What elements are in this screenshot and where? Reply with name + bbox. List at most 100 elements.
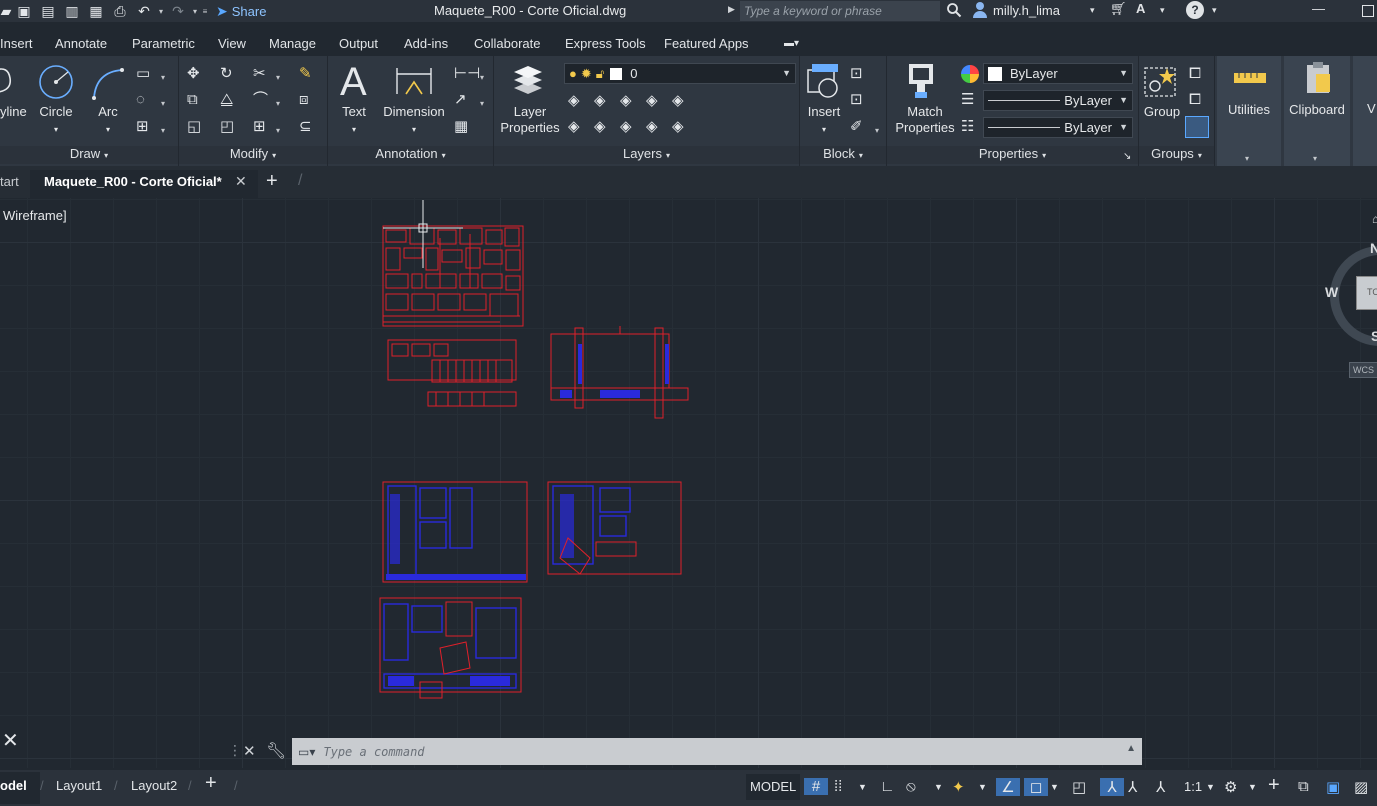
explode-icon[interactable]: ⧈: [299, 91, 309, 109]
edit-attributes-dropdown-icon[interactable]: ▾: [875, 122, 879, 140]
layer-freeze-icon[interactable]: ◈: [594, 92, 606, 110]
redo-dropdown-icon[interactable]: ▾: [190, 0, 200, 22]
undo-dropdown-icon[interactable]: ▾: [156, 0, 166, 22]
panel-groups-label[interactable]: Groups ▾: [1139, 146, 1214, 164]
edit-attributes-icon[interactable]: ✐: [850, 118, 863, 136]
layer-off-icon[interactable]: ◈: [620, 92, 632, 110]
panel-layers-label[interactable]: Layers ▾: [494, 146, 799, 164]
ungroup-icon[interactable]: ⧠: [1189, 65, 1201, 83]
array-dropdown-icon[interactable]: ▾: [276, 122, 280, 140]
wcs-menu[interactable]: WCS: [1349, 362, 1377, 378]
ribbon-minimize-icon[interactable]: ▬▾: [784, 38, 799, 49]
edit-block-icon[interactable]: ⊡: [850, 91, 863, 109]
group-edit-icon[interactable]: ⧠: [1189, 91, 1201, 109]
workspace-gear-icon[interactable]: ⚙: [1224, 778, 1237, 796]
circle-button[interactable]: Circle ▾: [36, 104, 76, 138]
units-icon[interactable]: ⧉: [1298, 778, 1309, 795]
match-properties-button[interactable]: Match Properties: [889, 104, 961, 136]
save-as-icon[interactable]: ▤: [36, 0, 60, 22]
auto-scale-icon[interactable]: ⅄: [1128, 778, 1137, 796]
tab-parametric[interactable]: Parametric: [132, 36, 195, 51]
fillet-icon[interactable]: ⌒: [253, 91, 268, 109]
linear-dimension-dropdown-icon[interactable]: ▾: [480, 69, 484, 87]
scale-dropdown-icon[interactable]: ▼: [1206, 782, 1215, 792]
group-button[interactable]: Group: [1139, 104, 1185, 120]
panel-properties-label[interactable]: Properties ▾: [887, 146, 1138, 164]
search-icon[interactable]: [946, 2, 962, 18]
quick-properties-icon[interactable]: ▣: [1326, 778, 1340, 796]
isodraft-icon[interactable]: ✦: [952, 778, 965, 796]
plot-icon[interactable]: ⎙: [108, 0, 132, 22]
grid-icon[interactable]: #: [804, 778, 828, 795]
properties-dialog-launcher-icon[interactable]: ↘: [1123, 148, 1131, 166]
layer-walk-icon[interactable]: ◈: [672, 92, 684, 110]
arc-button[interactable]: Arc ▾: [90, 104, 126, 138]
minimize-icon[interactable]: —: [1312, 1, 1325, 16]
tab-express-tools[interactable]: Express Tools: [565, 36, 646, 51]
array-icon[interactable]: ⊞: [253, 118, 266, 136]
autodesk-app-icon[interactable]: A: [1136, 1, 1145, 16]
command-grip-icon[interactable]: ⋮: [228, 742, 242, 759]
tab-add-ins[interactable]: Add-ins: [404, 36, 448, 51]
trim-icon[interactable]: ✂: [253, 65, 266, 83]
boundary-dropdown-icon[interactable]: ▾: [161, 122, 165, 140]
share-view-icon[interactable]: ▦: [84, 0, 108, 22]
trim-dropdown-icon[interactable]: ▾: [276, 69, 280, 87]
model-space-button[interactable]: MODEL: [750, 779, 796, 794]
hatch-icon[interactable]: ◌: [136, 91, 145, 109]
polar-dropdown-icon[interactable]: ▼: [934, 782, 943, 792]
insert-button[interactable]: Insert ▾: [800, 104, 848, 138]
drawing-area[interactable]: Wireframe] TO W N S WCS ⌂ ✕: [0, 198, 1377, 768]
leader-icon[interactable]: ↗: [454, 91, 467, 109]
viewcube-top-face[interactable]: TO: [1356, 276, 1377, 310]
add-layout-icon[interactable]: +: [205, 772, 217, 795]
viewcube-south[interactable]: S: [1371, 328, 1377, 344]
viewcube-home-icon[interactable]: ⌂: [1372, 212, 1377, 226]
create-block-icon[interactable]: ⊡: [850, 65, 863, 83]
tab-view[interactable]: View: [218, 36, 246, 51]
panel-view-truncated[interactable]: V: [1353, 56, 1377, 166]
snap-dropdown-icon[interactable]: ▼: [858, 782, 867, 792]
maximize-icon[interactable]: [1362, 5, 1374, 17]
table-icon[interactable]: ▦: [454, 118, 468, 136]
linetype-dropdown[interactable]: ByLayer ▼: [983, 117, 1133, 138]
polar-icon[interactable]: ⦸: [906, 778, 916, 795]
customize-toolbar-icon[interactable]: ≡: [200, 0, 210, 22]
command-history-icon[interactable]: ▲: [1126, 743, 1136, 754]
graphics-performance-icon[interactable]: ▨: [1354, 778, 1368, 796]
command-input[interactable]: ▭▾ Type a command ▲: [292, 738, 1142, 765]
panel-modify-label[interactable]: Modify ▾: [179, 146, 327, 164]
layer-lock-icon[interactable]: ◈: [646, 92, 658, 110]
move-icon[interactable]: ✥: [187, 65, 200, 83]
panel-draw-label[interactable]: Draw ▾: [0, 146, 178, 164]
panel-clipboard[interactable]: Clipboard ▾: [1284, 56, 1350, 166]
workspace-dropdown-icon[interactable]: ▼: [1248, 782, 1257, 792]
panel-annotation-label[interactable]: Annotation ▾: [328, 146, 493, 164]
layout1-tab[interactable]: Layout1: [56, 778, 102, 793]
mirror-icon[interactable]: ⧋: [220, 91, 233, 109]
annotation-scale-value[interactable]: 1:1: [1184, 779, 1202, 794]
rotate-icon[interactable]: ↻: [220, 65, 233, 83]
tab-annotate[interactable]: Annotate: [55, 36, 107, 51]
tab-insert[interactable]: Insert: [0, 36, 33, 51]
lineweight-dropdown[interactable]: ByLayer ▼: [983, 90, 1133, 111]
tab-collaborate[interactable]: Collaborate: [474, 36, 541, 51]
cart-icon[interactable]: 🛒︎: [1110, 1, 1127, 17]
layer-unlock-all-icon[interactable]: ◈: [646, 118, 658, 136]
close-icon[interactable]: ✕: [235, 173, 247, 190]
polyline-button[interactable]: yline: [0, 104, 30, 120]
tab-manage[interactable]: Manage: [269, 36, 316, 51]
redo-icon[interactable]: ↷: [166, 0, 190, 22]
search-expand-icon[interactable]: ▶: [728, 4, 735, 15]
annotation-monitor-icon[interactable]: +: [1268, 774, 1280, 797]
command-close-icon[interactable]: ✕: [243, 742, 256, 760]
tab-featured-apps[interactable]: Featured Apps: [664, 36, 749, 51]
transparency-icon[interactable]: ◰: [1072, 778, 1086, 796]
text-button[interactable]: Text ▾: [334, 104, 374, 138]
fillet-dropdown-icon[interactable]: ▾: [276, 95, 280, 113]
hatch-dropdown-icon[interactable]: ▾: [161, 95, 165, 113]
stretch-icon[interactable]: ◱: [187, 118, 201, 136]
object-snap-icon[interactable]: ◻: [1024, 778, 1048, 796]
rectangle-icon[interactable]: ▭: [136, 65, 150, 83]
scale-icon[interactable]: ◰: [220, 118, 234, 136]
